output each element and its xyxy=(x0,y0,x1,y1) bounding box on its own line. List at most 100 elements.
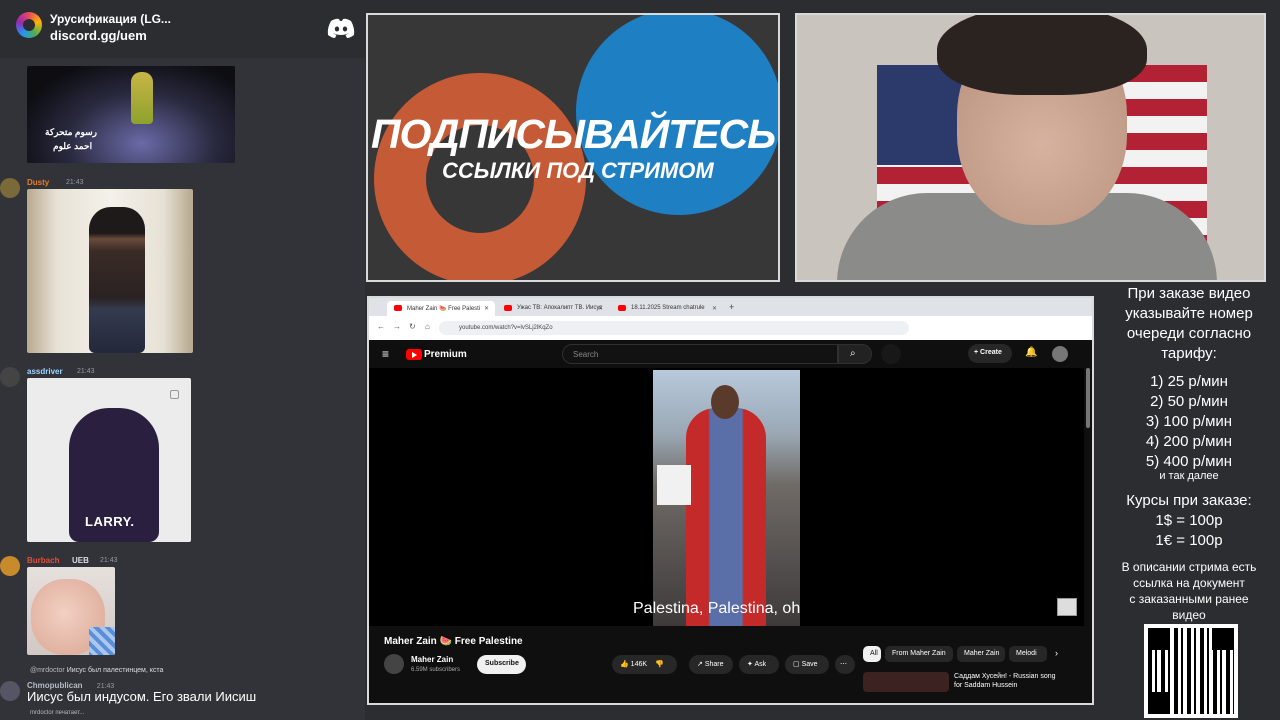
create-button[interactable]: + Create xyxy=(968,344,1012,363)
video-subtitle: Palestina, Palestina, oh xyxy=(633,600,801,617)
channel-avatar[interactable] xyxy=(384,654,404,674)
forward-icon[interactable]: → xyxy=(393,322,401,331)
menu-icon[interactable]: ≡ xyxy=(382,347,389,361)
search-button[interactable]: ⌕ xyxy=(838,344,872,364)
youtube-header: ≡ Premium Search ⌕ + Create 🔔 xyxy=(369,340,1092,368)
discord-chat-panel: Урусификация (LG... discord.gg/uem رسوم … xyxy=(0,0,365,720)
server-icon xyxy=(16,12,42,38)
video-player[interactable]: Palestina, Palestina, oh xyxy=(369,368,1084,626)
server-invite-link[interactable]: discord.gg/uem xyxy=(50,28,147,43)
tab-third[interactable]: 18.11.2025 Stream chatrule ✕ xyxy=(611,301,723,316)
message-time: 21:43 xyxy=(77,368,95,375)
video-title: Maher Zain 🍉 Free Palestine xyxy=(384,636,523,647)
close-tab-icon[interactable]: ✕ xyxy=(598,305,603,312)
scrollbar[interactable] xyxy=(1086,368,1090,428)
save-button[interactable]: ▢ Save xyxy=(785,655,829,674)
chat-image-baby[interactable] xyxy=(27,567,115,655)
photo-person xyxy=(89,207,145,353)
tariff-line: 3) 100 р/мин xyxy=(1145,413,1233,430)
more-actions-icon[interactable]: ⋯ xyxy=(835,655,855,674)
rate-line: 1$ = 100р xyxy=(1155,512,1223,529)
speaker-robe xyxy=(686,408,766,626)
rate-line: 1€ = 100р xyxy=(1155,532,1223,549)
reload-icon[interactable]: ↻ xyxy=(409,322,416,331)
address-bar: ← → ↻ ⌂ youtube.com/watch?v=lvSLj2lKqZo xyxy=(369,316,1092,340)
image-caption: LARRY. xyxy=(85,514,135,529)
search-input[interactable]: Search xyxy=(562,344,838,364)
chip-melodi[interactable]: Melodi xyxy=(1009,646,1047,662)
info-text: В описании стрима есть xyxy=(1121,560,1257,574)
home-icon[interactable]: ⌂ xyxy=(425,322,430,331)
avatar[interactable] xyxy=(0,367,20,387)
dislike-icon[interactable]: 👎 xyxy=(655,661,664,668)
subscribe-button[interactable]: Subscribe xyxy=(477,655,526,674)
reply-author: @mrdoctor xyxy=(30,667,65,674)
subscriber-count: 6.59M subscribers xyxy=(411,667,461,673)
like-button[interactable]: 👍 146K 👎 xyxy=(612,655,677,674)
tab-label: Maher Zain 🍉 Free Palesti xyxy=(407,306,481,312)
microphone-icon[interactable] xyxy=(881,344,901,364)
tariff-line: 4) 200 р/мин xyxy=(1145,433,1233,450)
reply-preview[interactable]: @mrdoctor Иисус был палестинцем, кста xyxy=(30,667,163,674)
message-text: Иисус был индусом. Его звали Иисиш xyxy=(27,689,257,704)
like-count: 146K xyxy=(630,661,648,668)
server-name: Урусификация (LG... xyxy=(50,12,171,26)
tab-label: Ужас ТВ: Апокалипт ТВ. Иисус xyxy=(517,305,603,311)
chat-image-photo[interactable] xyxy=(27,189,193,353)
recommended-title[interactable]: Саддам Хусейн! - Russian song for Saddam… xyxy=(954,672,1064,690)
chip-all[interactable]: All xyxy=(863,646,881,662)
search-icon: ⌕ xyxy=(850,348,856,359)
save-label: Save xyxy=(801,661,818,668)
image-caption: رسوم متحركة xyxy=(45,127,98,137)
instagram-icon xyxy=(170,390,179,399)
blanket xyxy=(89,627,115,655)
chat-image-animation[interactable]: رسوم متحركة احمد علوم xyxy=(27,66,235,163)
create-label: Create xyxy=(980,349,1002,356)
bell-icon[interactable]: 🔔 xyxy=(1025,347,1037,358)
youtube-logo-icon[interactable] xyxy=(406,349,422,360)
close-tab-icon[interactable]: ✕ xyxy=(712,305,717,312)
user-tag: UEB xyxy=(72,556,89,565)
recommended-thumbnail[interactable] xyxy=(863,672,949,692)
qr-code[interactable] xyxy=(1144,624,1238,718)
tab-label: 18.11.2025 Stream chatrule xyxy=(631,305,705,311)
video-frame xyxy=(653,370,800,626)
chevron-right-icon[interactable]: › xyxy=(1055,648,1058,658)
info-text: указывайте номер xyxy=(1125,305,1253,322)
account-avatar[interactable] xyxy=(1052,346,1068,362)
info-text: тарифу: xyxy=(1161,345,1217,362)
discord-logo-icon xyxy=(327,18,355,38)
new-tab-icon[interactable]: + xyxy=(729,302,734,312)
close-tab-icon[interactable]: ✕ xyxy=(484,305,489,312)
speaker-head xyxy=(711,385,739,419)
info-text: с заказанными ранее xyxy=(1129,592,1249,606)
chat-image-cat[interactable]: LARRY. xyxy=(27,378,191,542)
streamer-hair xyxy=(937,15,1147,95)
channel-watermark[interactable] xyxy=(1057,598,1077,616)
youtube-icon xyxy=(394,305,402,311)
tab-youtube[interactable]: Maher Zain 🍉 Free Palesti ✕ xyxy=(387,301,495,316)
protest-sign xyxy=(657,465,691,505)
ask-button[interactable]: ✦ Ask xyxy=(739,655,779,674)
avatar[interactable] xyxy=(0,178,20,198)
avatar[interactable] xyxy=(0,681,20,701)
back-icon[interactable]: ← xyxy=(377,322,385,331)
message-author[interactable]: Dusty xyxy=(27,178,49,187)
message-author[interactable]: Burbach xyxy=(27,556,59,565)
avatar[interactable] xyxy=(0,556,20,576)
browser-window: Maher Zain 🍉 Free Palesti ✕ Ужас ТВ: Апо… xyxy=(367,296,1094,705)
url-field[interactable]: youtube.com/watch?v=lvSLj2lKqZo xyxy=(439,321,909,335)
share-label: Share xyxy=(704,661,724,668)
typing-indicator: mrdoctor печатает... xyxy=(30,710,85,716)
channel-name[interactable]: Maher Zain xyxy=(411,655,453,664)
message-time: 21:43 xyxy=(100,557,118,564)
ask-label: Ask xyxy=(754,661,767,668)
chip-from-channel[interactable]: From Maher Zain xyxy=(885,646,953,662)
info-text: При заказе видео xyxy=(1127,285,1251,302)
chip-channel[interactable]: Maher Zain xyxy=(957,646,1005,662)
promo-title: ПОДПИСЫВАЙТЕСЬ xyxy=(371,111,776,157)
message-author[interactable]: assdriver xyxy=(27,367,63,376)
tab-second[interactable]: Ужас ТВ: Апокалипт ТВ. Иисус ✕ xyxy=(497,301,609,316)
share-button[interactable]: ↗ Share xyxy=(689,655,733,674)
tab-bar: Maher Zain 🍉 Free Palesti ✕ Ужас ТВ: Апо… xyxy=(369,298,1092,316)
